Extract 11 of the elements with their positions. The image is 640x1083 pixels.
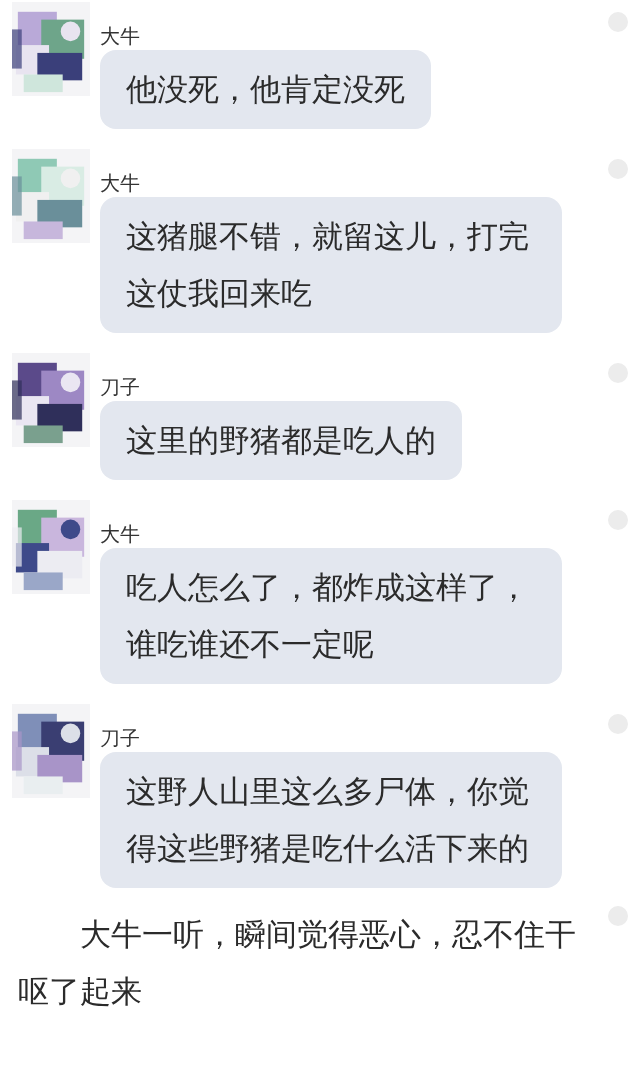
sender-name: 大牛 — [100, 171, 140, 195]
narration-text: 大牛一听，瞬间觉得恶心，忍不住干呕了起来 — [18, 915, 577, 1011]
message-bubble: 他没死，他肯定没死 — [100, 50, 431, 129]
sender-name: 大牛 — [100, 24, 140, 48]
sender-name: 刀子 — [100, 726, 140, 750]
message-bubble: 这野人山里这么多尸体，你觉得这些野猪是吃什么活下来的 — [100, 752, 562, 888]
message-bubble: 这猪腿不错，就留这儿，打完这仗我回来吃 — [100, 197, 562, 333]
sender-name: 刀子 — [100, 375, 140, 399]
message-bubble: 吃人怎么了，都炸成这样了，谁吃谁还不一定呢 — [100, 548, 562, 684]
sender-name: 大牛 — [100, 522, 140, 546]
message-bubble: 这里的野猪都是吃人的 — [100, 401, 462, 480]
